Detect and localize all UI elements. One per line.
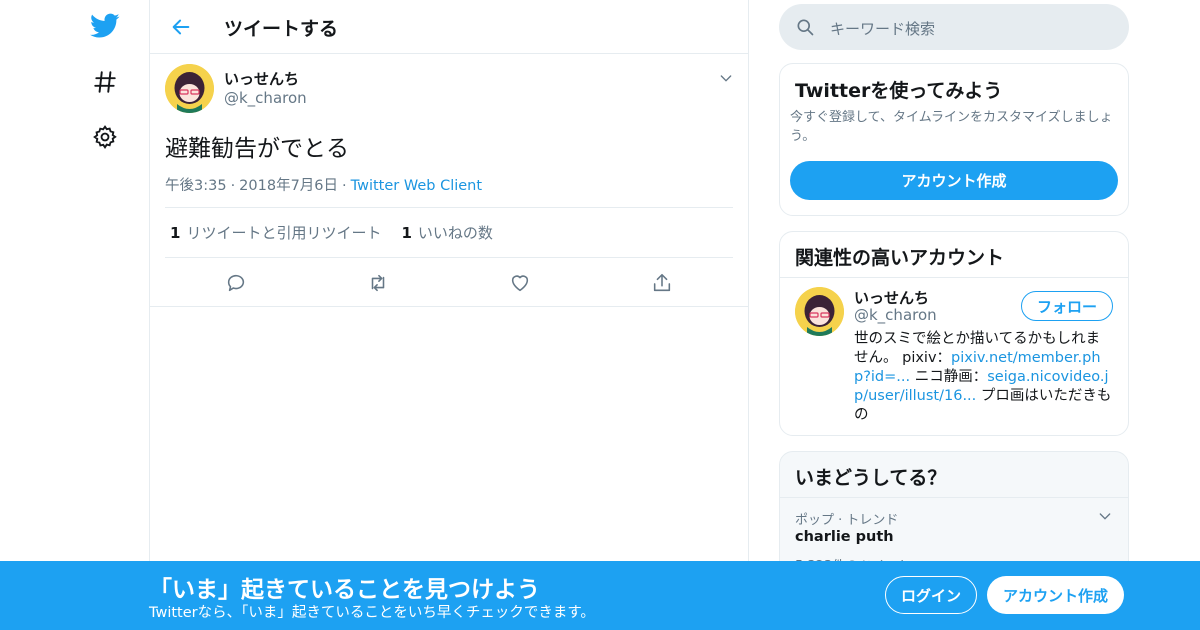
twitter-logo-icon[interactable] (89, 10, 121, 42)
search-bar[interactable]: キーワード検索 (779, 4, 1129, 50)
chevron-down-icon[interactable] (1097, 508, 1113, 528)
signup-card: Twitterを使ってみよう 今すぐ登録して、タイムラインをカスタマイズしましょ… (779, 63, 1129, 216)
login-button[interactable]: ログイン (885, 576, 977, 614)
page-title: ツイートする (224, 18, 339, 40)
author-handle[interactable]: @k_charon (224, 89, 307, 107)
related-handle[interactable]: @k_charon (854, 306, 937, 324)
tweet-meta: 午後3:35 · 2018年7月6日 · Twitter Web Client (165, 174, 482, 195)
related-card-title: 関連性の高いアカウント (795, 247, 1005, 269)
related-name[interactable]: いっせんち (854, 287, 929, 308)
like-count[interactable]: 1 (401, 224, 411, 242)
tweet-client-link[interactable]: Twitter Web Client (351, 178, 482, 194)
like-icon[interactable] (505, 268, 535, 298)
related-avatar[interactable] (795, 287, 844, 336)
divider (780, 277, 1128, 278)
signup-card-title: Twitterを使ってみよう (795, 80, 1003, 102)
banner-signup-button[interactable]: アカウント作成 (987, 576, 1124, 614)
reply-icon[interactable] (221, 268, 251, 298)
tweet-detail: いっせんち @k_charon 避難勧告がでとる 午後3:35 · 2018年7月6… (150, 54, 748, 307)
separator-dot: · (230, 178, 236, 194)
retweet-count[interactable]: 1 (170, 224, 180, 242)
related-bio: 世のスミで絵とか描いてるかもしれません。 pixiv：pixiv.net/mem… (854, 330, 1112, 425)
avatar[interactable] (165, 64, 214, 113)
trends-card-title: いまどうしてる？ (795, 467, 947, 489)
retweet-icon[interactable] (363, 268, 393, 298)
tweet-stats: 1 リツイートと引用リツイート 1 いいねの数 (165, 207, 733, 258)
search-input[interactable]: キーワード検索 (830, 18, 935, 39)
signup-card-description: 今すぐ登録して、タイムラインをカスタマイズしましょう。 (790, 110, 1113, 144)
tweet-time[interactable]: 午後3:35 (165, 178, 227, 194)
like-label[interactable]: いいねの数 (418, 222, 493, 243)
trend-name[interactable]: charlie puth (795, 529, 894, 545)
back-arrow-icon[interactable] (168, 14, 194, 40)
main-column: ツイートする いっせんち @k_charon 避難勧告がでとる 午後3:35 · 2… (150, 0, 748, 630)
tweet-text: 避難勧告がでとる (165, 136, 349, 162)
side-nav (0, 0, 149, 630)
tweet-actions (150, 268, 748, 298)
chevron-down-icon[interactable] (718, 70, 734, 90)
separator-dot: · (342, 178, 347, 194)
author-name[interactable]: いっせんち (224, 68, 299, 89)
tweet-date[interactable]: 2018年7月6日 (239, 178, 338, 194)
header: ツイートする (150, 0, 748, 54)
gear-icon[interactable] (89, 121, 121, 153)
divider (780, 497, 1128, 498)
bio-text: ニコ静画： (910, 369, 988, 385)
hashtag-icon[interactable] (89, 66, 121, 98)
create-account-button[interactable]: アカウント作成 (790, 161, 1118, 200)
signup-banner: 「いま」起きていることを見つけよう Twitterなら、「いま」起きていることを… (0, 561, 1200, 630)
trend-context: ポップ · トレンド (795, 513, 899, 528)
share-icon[interactable] (647, 268, 677, 298)
retweet-label[interactable]: リツイートと引用リツイート (186, 222, 381, 243)
follow-button[interactable]: フォロー (1021, 291, 1113, 321)
column-divider-right (748, 0, 749, 630)
banner-subtitle: Twitterなら、「いま」起きていることをいち早くチェックできます。 (149, 605, 595, 621)
related-accounts-card: 関連性の高いアカウント いっせんち @k_charon フォロー 世のスミで絵と… (779, 231, 1129, 436)
search-icon (795, 17, 815, 41)
banner-title: 「いま」起きていることを見つけよう (149, 577, 540, 603)
